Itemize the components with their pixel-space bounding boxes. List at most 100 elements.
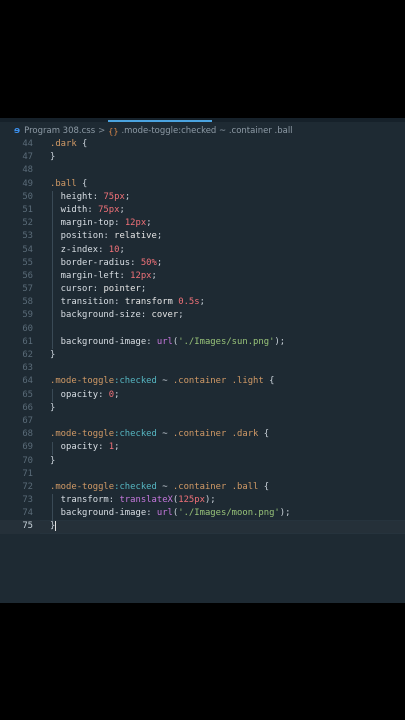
code-token: 50% <box>140 257 157 268</box>
line-number: 75 <box>22 521 33 532</box>
line-number: 47 <box>22 152 33 163</box>
css-file-icon: ɘ <box>14 126 21 136</box>
code-token: .light <box>231 376 264 387</box>
code-line[interactable]: 66} <box>0 402 405 415</box>
code-line[interactable]: 73 transform: translateX(125px); <box>0 494 405 507</box>
code-line[interactable]: 75} <box>0 520 405 534</box>
code-token: : <box>92 284 104 295</box>
code-token: :checked <box>114 376 157 387</box>
line-text: margin-left: 12px; <box>50 270 157 283</box>
code-line[interactable]: 68 .mode-toggle:checked ~ .container .dar… <box>0 428 405 441</box>
line-text: .mode-toggle:checked ~ .container .dark … <box>50 428 269 441</box>
code-token: pointer <box>103 284 141 295</box>
code-token: : <box>98 244 109 255</box>
indent-guide <box>52 441 53 455</box>
code-line[interactable]: 71 <box>0 468 405 481</box>
code-line[interactable]: 69 opacity: 1; <box>0 441 405 454</box>
code-token: .ball <box>50 178 77 189</box>
code-token: .ball <box>231 481 259 492</box>
line-number: 70 <box>22 455 33 466</box>
line-number: 56 <box>22 270 33 281</box>
code-token: 12px <box>124 218 147 229</box>
code-line[interactable]: 53 position: relative; <box>0 230 405 243</box>
code-token: z-index <box>50 244 99 255</box>
code-line[interactable]: 54 z-index: 10; <box>0 244 405 257</box>
code-line[interactable]: 70} <box>0 455 405 468</box>
code-token: relative <box>114 231 157 242</box>
line-number: 51 <box>22 204 33 215</box>
code-token: : <box>108 495 120 506</box>
code-token: } <box>50 455 56 466</box>
code-token: background-image <box>50 508 147 519</box>
line-number: 71 <box>22 468 33 479</box>
line-text: transition: transform 0.5s; <box>50 296 205 309</box>
code-token: } <box>50 521 56 532</box>
code-line[interactable]: 72 .mode-toggle:checked ~ .container .bal… <box>0 481 405 494</box>
code-token: './Images/sun.png' <box>178 336 275 347</box>
code-token: : <box>103 231 115 242</box>
code-line[interactable]: 51 width: 75px; <box>0 204 405 217</box>
code-token: : <box>119 270 131 281</box>
line-text: cursor: pointer; <box>50 283 147 296</box>
breadcrumb-file[interactable]: Program 308.css <box>24 126 95 136</box>
code-token: ; <box>140 284 147 295</box>
code-token: } <box>50 152 56 163</box>
code-line[interactable]: 60 <box>0 323 405 336</box>
code-token: ; <box>156 257 163 268</box>
line-number: 62 <box>22 350 33 360</box>
line-text: position: relative; <box>50 230 163 243</box>
code-line[interactable]: 64 .mode-toggle:checked ~ .container .lig… <box>0 375 405 388</box>
code-editor[interactable]: ɘ Program 308.css > {} .mode-toggle:chec… <box>0 118 405 603</box>
code-line[interactable]: 67 <box>0 415 405 428</box>
line-text: } <box>50 455 55 468</box>
line-text: } <box>50 349 55 362</box>
breadcrumb-selector[interactable]: .mode-toggle:checked ~ .container .ball <box>121 126 292 136</box>
indent-guide <box>52 494 53 521</box>
code-token: url <box>156 508 173 519</box>
line-text: } <box>50 520 57 533</box>
code-line[interactable]: 44 .dark { <box>0 138 405 151</box>
code-line[interactable]: 57 cursor: pointer; <box>0 283 405 296</box>
code-line[interactable]: 63 <box>0 362 405 375</box>
code-line[interactable]: 65 opacity: 0; <box>0 389 405 402</box>
line-number: 55 <box>22 257 33 268</box>
code-line[interactable]: 50 height: 75px; <box>0 191 405 204</box>
code-line[interactable]: 48 <box>0 164 405 177</box>
code-token: { <box>76 178 88 189</box>
line-text: background-image: url('./Images/moon.png… <box>50 507 291 520</box>
line-number: 49 <box>22 178 33 189</box>
code-line[interactable]: 62} <box>0 349 405 362</box>
code-line[interactable]: 52 margin-top: 12px; <box>0 217 405 230</box>
code-token: 12px <box>130 270 152 281</box>
code-token: ; <box>151 270 157 281</box>
code-token: 75px <box>98 204 120 215</box>
code-line[interactable]: 56 margin-left: 12px; <box>0 270 405 283</box>
code-line[interactable]: 47} <box>0 151 405 164</box>
code-line[interactable]: 55 border-radius: 50%; <box>0 257 405 270</box>
code-area[interactable]: 44 .dark {47} 48 49 .ball {50 height: 75px; 5… <box>0 138 405 534</box>
code-token: cursor <box>50 284 93 295</box>
code-token: .mode-toggle <box>50 481 115 492</box>
line-number: 60 <box>22 323 33 334</box>
code-token: .dark <box>231 429 259 440</box>
code-token: ); <box>279 508 291 519</box>
code-line[interactable]: 59 background-size: cover; <box>0 309 405 322</box>
code-token: :checked <box>114 429 157 440</box>
selector-icon: {} <box>108 126 119 136</box>
line-text: background-image: url('./Images/sun.png'… <box>50 336 285 349</box>
code-line[interactable]: 74 background-image: url('./Images/moon.… <box>0 507 405 520</box>
code-token: ); <box>204 495 216 506</box>
code-token: : <box>140 310 152 321</box>
code-token: ; <box>114 389 120 400</box>
line-number: 53 <box>22 231 33 242</box>
code-line[interactable]: 58 transition: transform 0.5s; <box>0 296 405 309</box>
indent-guide <box>52 388 53 402</box>
code-token: border-radius <box>50 257 131 268</box>
code-token: : <box>98 442 109 453</box>
code-line[interactable]: 49 .ball { <box>0 178 405 191</box>
breadcrumb-separator: > <box>98 126 106 136</box>
code-line[interactable]: 61 background-image: url('./Images/sun.p… <box>0 336 405 349</box>
code-token: position <box>50 231 104 242</box>
code-token: 0.5s <box>178 297 200 308</box>
line-text: opacity: 0; <box>50 389 120 402</box>
